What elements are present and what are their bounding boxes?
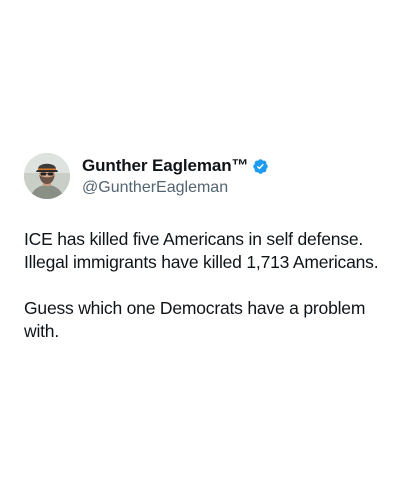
name-row: Gunther Eagleman™ (82, 155, 269, 177)
tweet-paragraph: ICE has killed five Americans in self de… (24, 228, 384, 274)
profile-photo-icon (24, 153, 70, 199)
tweet-line: with. (24, 321, 59, 341)
tweet-paragraph: Guess which one Democrats have a problem… (24, 297, 384, 343)
avatar[interactable] (24, 153, 70, 199)
handle[interactable]: @GuntherEagleman (82, 179, 269, 197)
tweet-line: Illegal immigrants have killed 1,713 Ame… (24, 252, 379, 272)
author-names: Gunther Eagleman™ @GuntherEagleman (82, 155, 269, 197)
tweet-text: ICE has killed five Americans in self de… (24, 228, 384, 343)
verified-badge-icon (252, 158, 269, 175)
tweet-line: ICE has killed five Americans in self de… (24, 229, 364, 249)
tweet-card: Gunther Eagleman™ @GuntherEagleman ICE h… (0, 0, 400, 500)
tweet-header: Gunther Eagleman™ @GuntherEagleman (24, 153, 269, 199)
tweet-line: Guess which one Democrats have a problem (24, 298, 366, 318)
display-name[interactable]: Gunther Eagleman™ (82, 156, 249, 176)
